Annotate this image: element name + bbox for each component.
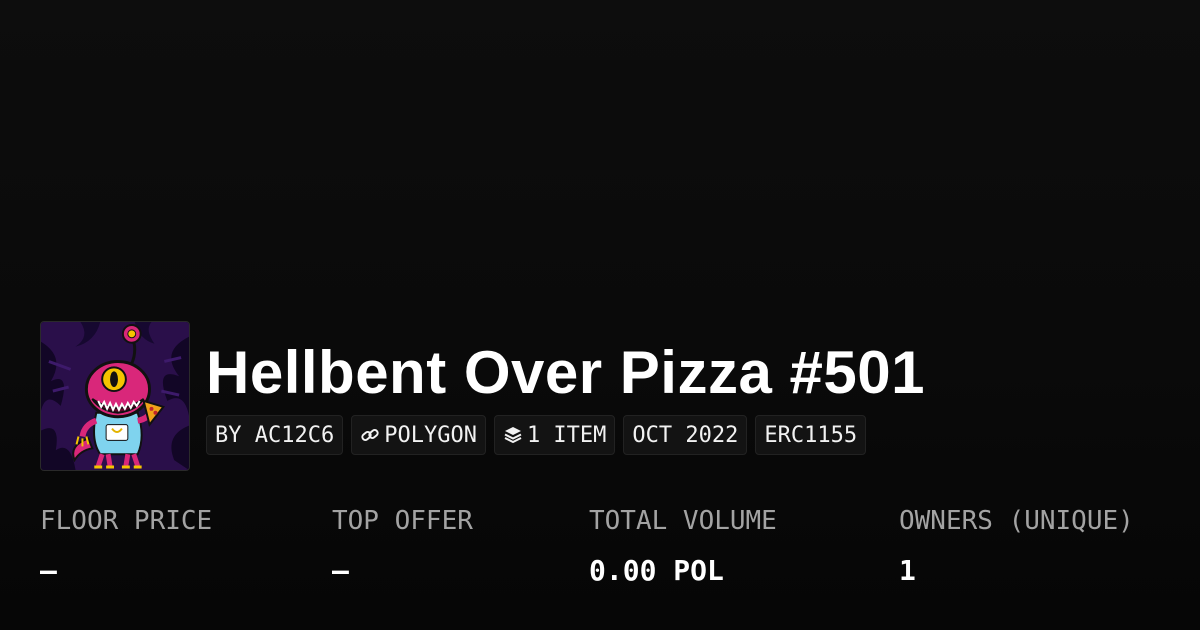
collection-stats: FLOOR PRICE – TOP OFFER – TOTAL VOLUME 0… [0,505,1200,605]
top-offer-value: – [332,554,349,587]
creator-pill[interactable]: BY AC12C6 [206,415,344,455]
standard-label: ERC1155 [764,422,858,448]
stat-floor-price: FLOOR PRICE – [40,505,212,589]
total-volume-label: TOTAL VOLUME [589,506,777,536]
creator-label: BY AC12C6 [215,422,335,448]
total-volume-value: 0.00 POL [589,554,724,587]
collection-share-card: Hellbent Over Pizza #501 BY AC12C6 POLYG… [0,0,1200,630]
stat-top-offer: TOP OFFER – [332,505,473,589]
collection-meta-pills: BY AC12C6 POLYGON 1 ITEM OCT 2022 ERC115… [206,415,925,455]
standard-pill: ERC1155 [755,415,867,455]
date-label: OCT 2022 [632,422,739,448]
collection-header: Hellbent Over Pizza #501 BY AC12C6 POLYG… [40,321,925,471]
floor-price-label: FLOOR PRICE [40,506,213,536]
chain-pill[interactable]: POLYGON [351,415,486,455]
link-icon [360,425,380,445]
date-pill: OCT 2022 [623,415,748,455]
collection-avatar [40,321,190,471]
owners-label: OWNERS (UNIQUE) [899,506,1134,536]
monster-avatar-icon [41,322,189,470]
floor-price-value: – [40,554,57,587]
owners-value: 1 [899,554,916,587]
stat-owners: OWNERS (UNIQUE) 1 [899,505,1134,589]
top-offer-label: TOP OFFER [332,506,473,536]
collection-title: Hellbent Over Pizza #501 [206,339,925,406]
stat-total-volume: TOTAL VOLUME 0.00 POL [589,505,777,589]
chain-label: POLYGON [384,422,477,448]
title-block: Hellbent Over Pizza #501 BY AC12C6 POLYG… [206,321,925,455]
layers-icon [503,425,523,445]
items-label: 1 ITEM [526,422,607,448]
items-pill[interactable]: 1 ITEM [493,415,616,455]
